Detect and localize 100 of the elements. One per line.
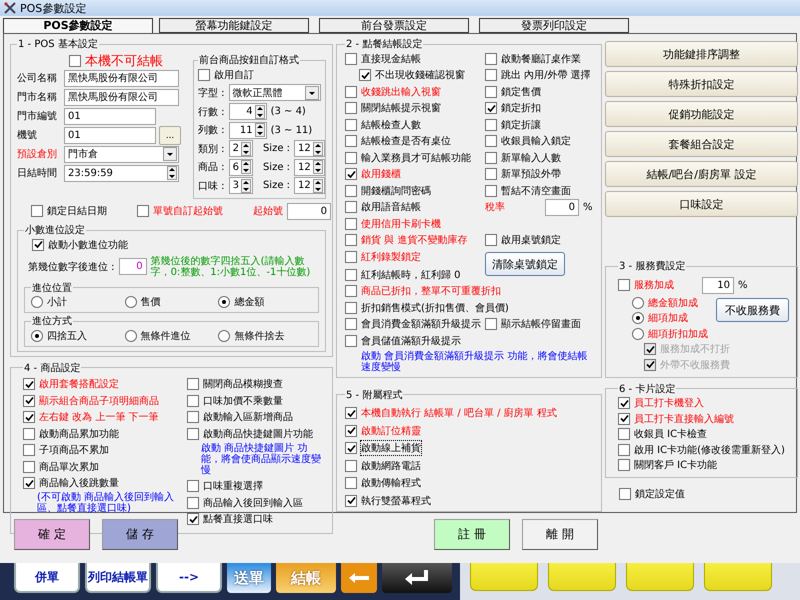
checkbox[interactable]: [485, 168, 497, 180]
checkbox[interactable]: [345, 334, 357, 347]
enter-button[interactable]: [382, 563, 452, 593]
radio-button[interactable]: [632, 328, 644, 340]
checkbox[interactable]: [23, 378, 35, 390]
radio-button[interactable]: [218, 330, 230, 342]
checkbox[interactable]: [618, 397, 630, 410]
number-spinner[interactable]: 12: [294, 177, 325, 194]
checkbox[interactable]: [23, 477, 35, 490]
radio-button[interactable]: [31, 330, 43, 342]
text-field[interactable]: 01: [64, 108, 156, 124]
checkbox[interactable]: [345, 477, 357, 490]
checkbox[interactable]: [23, 411, 35, 424]
settings-button[interactable]: 口味設定: [605, 191, 798, 217]
checkbox[interactable]: [345, 234, 357, 246]
checkbox[interactable]: [485, 102, 497, 114]
checkbox[interactable]: [485, 52, 497, 65]
clear-button[interactable]: 清除桌號鎖定: [485, 252, 565, 276]
checkbox[interactable]: [618, 459, 630, 472]
number-spinner[interactable]: 2: [228, 140, 253, 158]
back-button[interactable]: [341, 563, 377, 593]
checkbox[interactable]: [137, 205, 149, 217]
checkbox[interactable]: [618, 444, 630, 456]
checkbox[interactable]: [618, 279, 630, 291]
radio-button[interactable]: [632, 312, 644, 324]
checkbox[interactable]: [198, 68, 210, 81]
checkbox[interactable]: [345, 152, 357, 164]
checkbox[interactable]: [32, 238, 44, 251]
checkbox[interactable]: [345, 494, 357, 507]
checkbox[interactable]: [345, 424, 357, 437]
checkbox[interactable]: [345, 442, 357, 454]
checkbox[interactable]: [485, 86, 497, 98]
checkbox[interactable]: [345, 250, 357, 263]
checkbox[interactable]: [345, 102, 357, 114]
checkbox[interactable]: [345, 118, 357, 131]
checkbox[interactable]: [485, 318, 497, 330]
radio-button[interactable]: [632, 296, 644, 309]
checkbox[interactable]: [187, 428, 199, 440]
checkbox[interactable]: [345, 135, 357, 148]
text-field[interactable]: 01: [64, 126, 156, 144]
task-button[interactable]: 併單: [14, 563, 80, 593]
number-spinner[interactable]: 11: [228, 122, 267, 139]
tab[interactable]: POS參數設定: [3, 18, 153, 33]
task-button[interactable]: -->: [156, 563, 222, 593]
checkbox[interactable]: [359, 69, 371, 82]
checkbox[interactable]: [618, 428, 630, 440]
browse-button[interactable]: ...: [159, 126, 181, 144]
text-field[interactable]: 黑快馬股份有限公司: [64, 88, 179, 106]
checkbox[interactable]: [485, 234, 497, 246]
settings-button[interactable]: 促銷功能設定: [605, 101, 798, 127]
footer-button[interactable]: 儲 存: [102, 518, 178, 550]
checkbox[interactable]: [345, 218, 357, 230]
checkbox[interactable]: [345, 184, 357, 197]
checkbox[interactable]: [485, 118, 497, 131]
tab[interactable]: 前台發票設定: [319, 18, 469, 33]
checkbox[interactable]: [187, 513, 199, 526]
time-field[interactable]: 23:59:59: [64, 164, 179, 182]
no-service-fee-button[interactable]: 不收服務費: [716, 298, 789, 322]
settings-button[interactable]: 結帳/吧台/廚房單 設定: [605, 161, 798, 187]
number-field[interactable]: 10: [702, 276, 734, 294]
footer-button[interactable]: 確 定: [14, 518, 90, 550]
checkbox[interactable]: [345, 268, 357, 281]
checkbox[interactable]: [31, 205, 43, 217]
radio-button[interactable]: [218, 296, 230, 308]
checkbox[interactable]: [345, 460, 357, 472]
checkbox[interactable]: [485, 69, 497, 82]
checkbox[interactable]: [187, 496, 199, 509]
number-spinner[interactable]: 3: [228, 177, 253, 194]
tab[interactable]: 螢幕功能鍵設定: [159, 18, 309, 33]
checkbox[interactable]: [619, 488, 631, 500]
radio-button[interactable]: [124, 330, 137, 342]
tab[interactable]: 發票列印設定: [479, 18, 629, 33]
number-field[interactable]: 0: [118, 258, 147, 275]
checkbox[interactable]: [345, 407, 357, 420]
checkbox[interactable]: [69, 54, 81, 67]
number-field[interactable]: 0: [545, 198, 579, 216]
checkbox[interactable]: [187, 480, 199, 492]
checkbox[interactable]: [23, 460, 35, 473]
radio-button[interactable]: [31, 296, 43, 308]
number-field[interactable]: 0: [287, 202, 331, 220]
checkbox[interactable]: [23, 428, 35, 440]
checkbox[interactable]: [345, 285, 357, 298]
settings-button[interactable]: 套餐組合設定: [605, 131, 798, 157]
radio-button[interactable]: [124, 296, 137, 308]
checkbox[interactable]: [485, 135, 497, 148]
text-field[interactable]: 黑快馬股份有限公司: [64, 70, 179, 86]
checkbox[interactable]: [618, 412, 630, 425]
checkbox[interactable]: [345, 318, 357, 330]
dropdown[interactable]: 門市倉: [64, 146, 179, 162]
number-spinner[interactable]: 12: [294, 140, 325, 158]
checkbox[interactable]: [485, 184, 497, 197]
checkbox[interactable]: [345, 52, 357, 65]
footer-button[interactable]: 註 冊: [434, 518, 510, 550]
number-spinner[interactable]: 6: [228, 158, 253, 176]
number-spinner[interactable]: 4: [228, 103, 267, 120]
checkbox[interactable]: [23, 444, 35, 456]
footer-button[interactable]: 離 開: [522, 518, 598, 550]
settings-button[interactable]: 特殊折扣設定: [605, 71, 798, 97]
task-button[interactable]: 列印結帳單: [85, 563, 151, 593]
checkbox[interactable]: [187, 378, 199, 390]
